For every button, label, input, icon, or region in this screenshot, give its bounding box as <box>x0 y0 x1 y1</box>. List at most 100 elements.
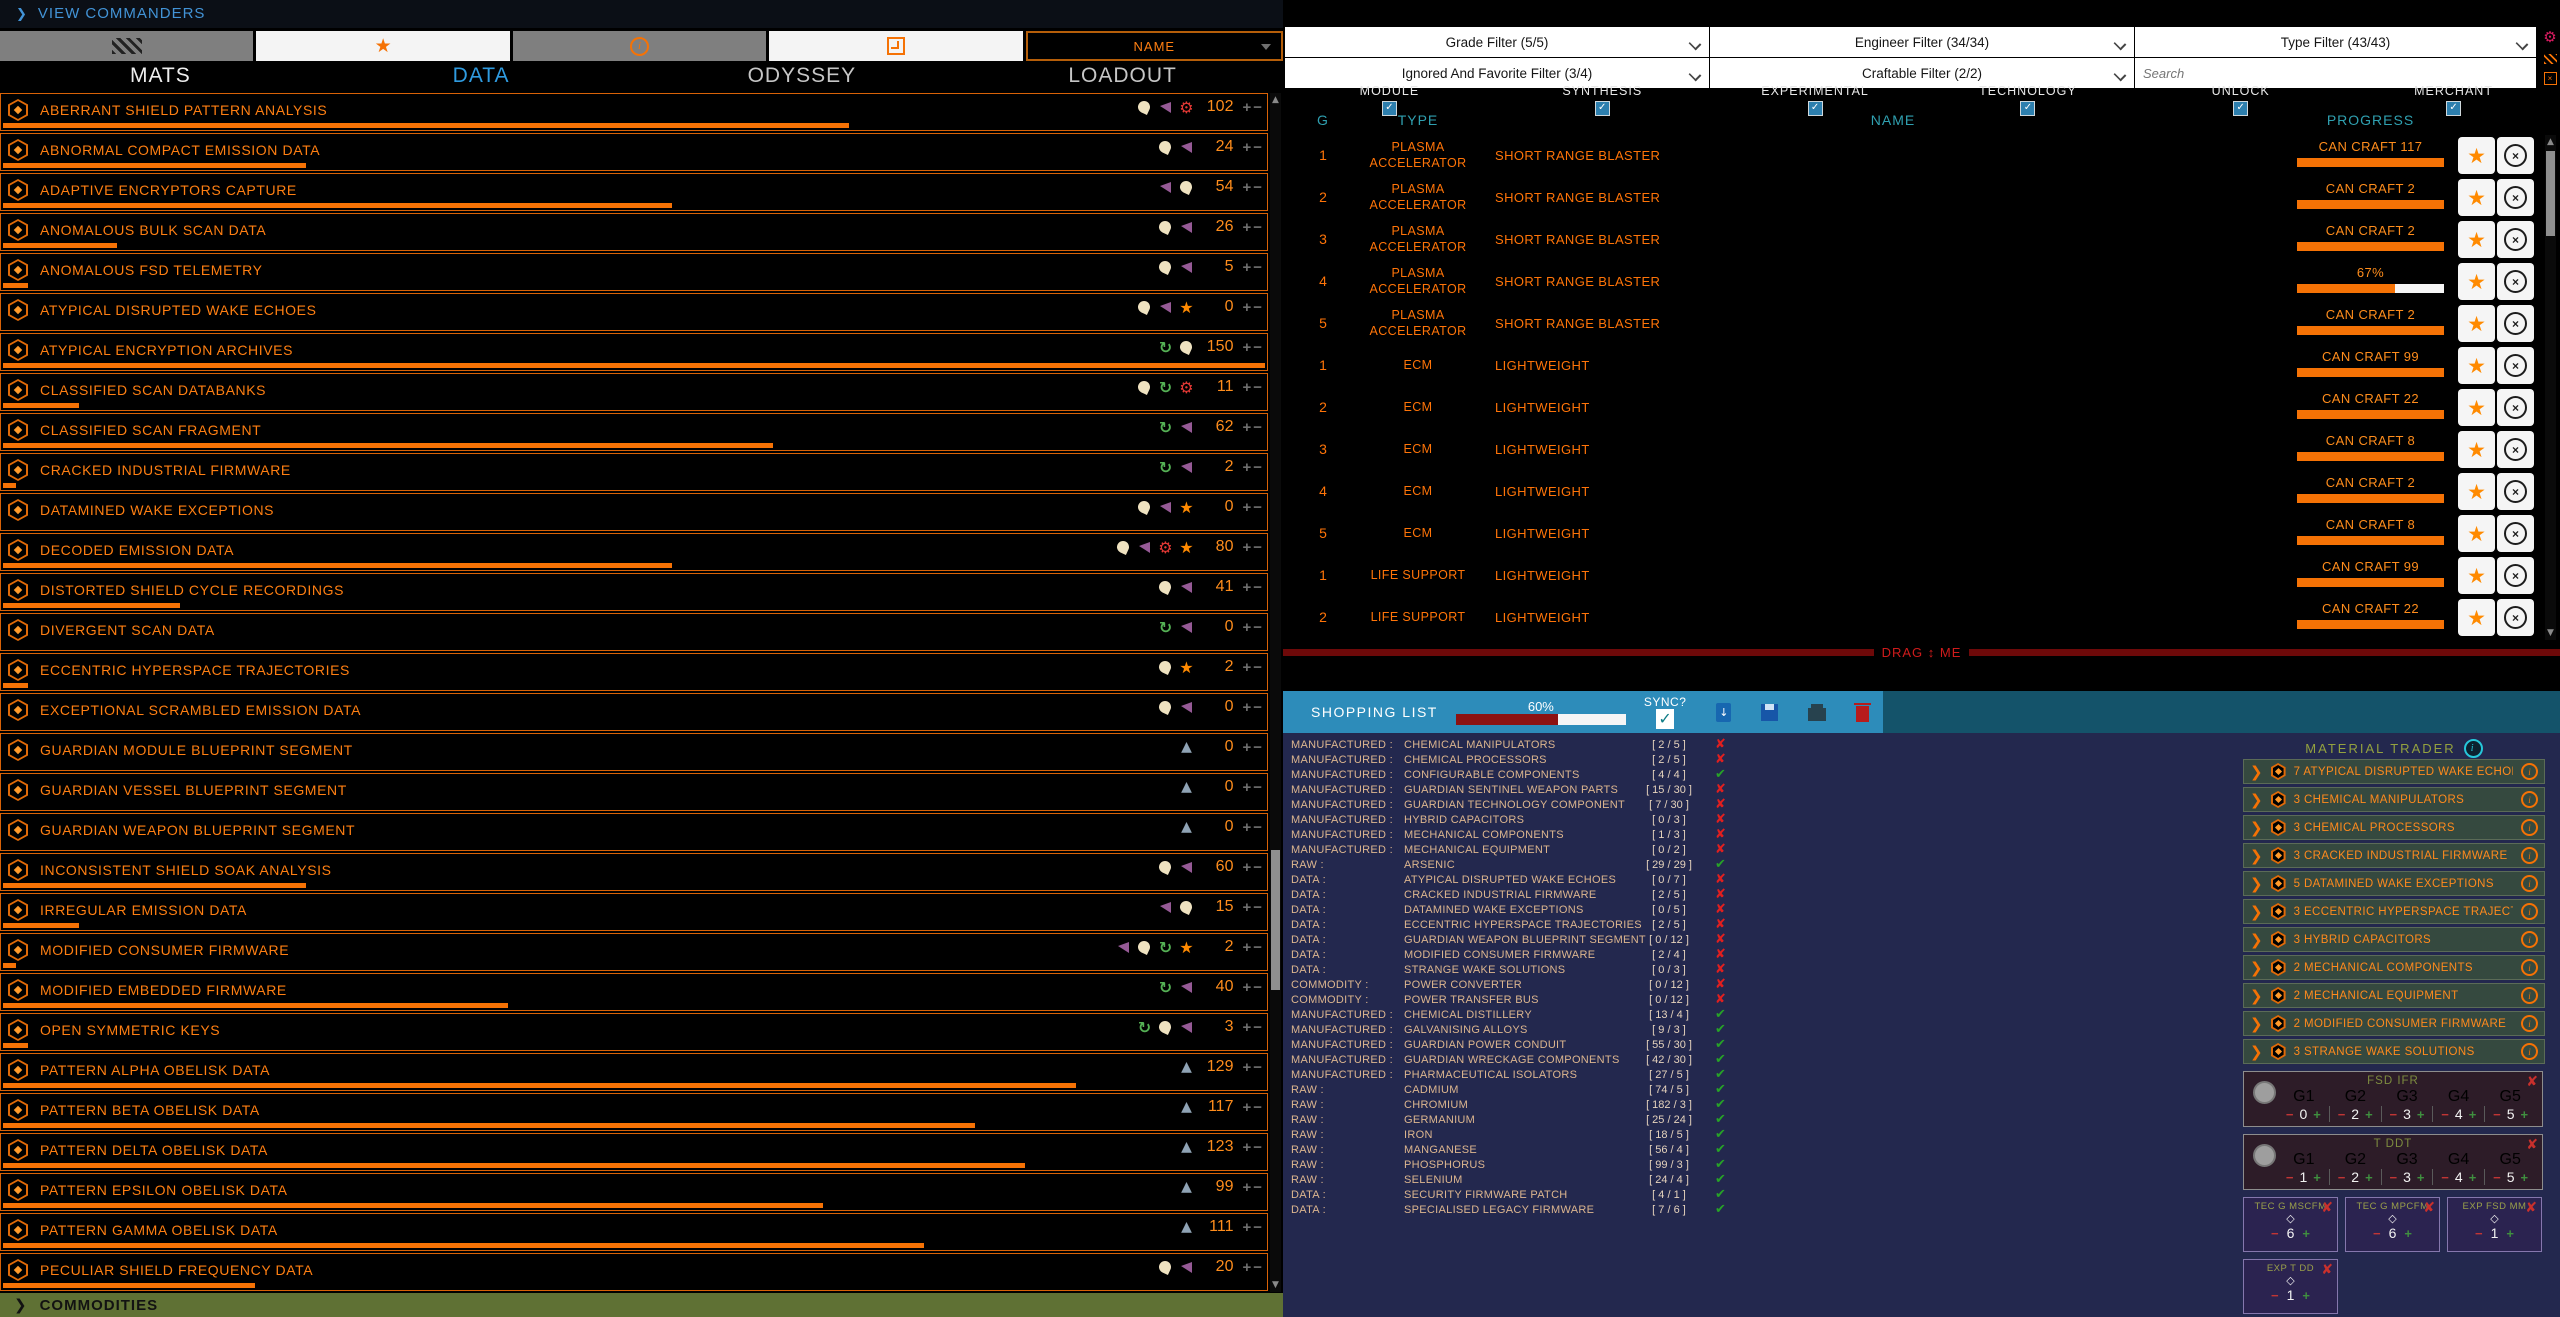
close-icon[interactable]: ✘ <box>2525 1200 2537 1216</box>
increment-button[interactable]: + <box>1242 1259 1251 1276</box>
trader-row[interactable]: ❯ 3 CHEMICAL PROCESSORS i <box>2243 815 2545 840</box>
shopping-item[interactable]: RAW : GERMANIUM [ 25 / 24 ] ✔ <box>1291 1112 1761 1129</box>
copy-list-icon[interactable]: ↓ <box>1716 702 1732 722</box>
increment-button[interactable]: + <box>2417 1170 2425 1185</box>
tab-mats[interactable]: MATS <box>0 64 321 91</box>
increment-button[interactable]: + <box>1242 1059 1251 1076</box>
trader-row[interactable]: ❯ 3 HYBRID CAPACITORS i <box>2243 927 2545 952</box>
increment-button[interactable]: + <box>1242 379 1251 396</box>
panel-splitter[interactable]: DRAG ↕ ME <box>1283 645 2560 660</box>
shopping-item[interactable]: MANUFACTURED : GUARDIAN SENTINEL WEAPON P… <box>1291 782 1761 799</box>
increment-button[interactable]: + <box>1242 459 1251 476</box>
shopping-item[interactable]: MANUFACTURED : MECHANICAL COMPONENTS [ 1 /… <box>1291 827 1761 844</box>
scroll-up-icon[interactable]: ▲ <box>1270 95 1281 105</box>
favorite-button[interactable]: ★ <box>2458 515 2495 552</box>
decrement-button[interactable]: − <box>1253 339 1262 356</box>
material-row[interactable]: ABNORMAL COMPACT EMISSION DATA 24 + − <box>0 133 1268 171</box>
increment-button[interactable]: + <box>1242 939 1251 956</box>
decrement-button[interactable]: − <box>2373 1226 2381 1241</box>
favorite-button[interactable]: ★ <box>2458 431 2495 468</box>
increment-button[interactable]: + <box>2404 1226 2412 1241</box>
material-row[interactable]: DIVERGENT SCAN DATA ↻ 0 + − <box>0 613 1268 651</box>
decrement-button[interactable]: − <box>1253 739 1262 756</box>
info-icon[interactable]: i <box>2521 763 2538 780</box>
blueprint-row[interactable]: 3 ECM LIGHTWEIGHT CAN CRAFT 8 ★ × <box>1283 429 2560 471</box>
shopping-item[interactable]: MANUFACTURED : CHEMICAL MANIPULATORS [ 2 /… <box>1291 737 1761 754</box>
increment-button[interactable]: + <box>1242 259 1251 276</box>
shopping-item[interactable]: MANUFACTURED : CHEMICAL PROCESSORS [ 2 / 5… <box>1291 752 1761 769</box>
scrollbar-thumb[interactable] <box>1271 850 1280 990</box>
favorite-button[interactable]: ★ <box>2458 389 2495 426</box>
decrement-button[interactable]: − <box>2390 1170 2398 1185</box>
trader-row[interactable]: ❯ 3 ECCENTRIC HYPERSPACE TRAJECTORIES i <box>2243 899 2545 924</box>
remove-button[interactable]: × <box>2497 137 2534 174</box>
material-row[interactable]: CRACKED INDUSTRIAL FIRMWARE ↻ 2 + − <box>0 453 1268 491</box>
increment-button[interactable]: + <box>1242 819 1251 836</box>
shopping-item[interactable]: DATA : SPECIALISED LEGACY FIRMWARE [ 7 / 6… <box>1291 1202 1761 1219</box>
increment-button[interactable]: + <box>1242 779 1251 796</box>
remove-button[interactable]: × <box>2497 389 2534 426</box>
material-row[interactable]: GUARDIAN MODULE BLUEPRINT SEGMENT ▲ 0 + − <box>0 733 1268 771</box>
decrement-button[interactable]: − <box>1253 899 1262 916</box>
material-row[interactable]: ADAPTIVE ENCRYPTORS CAPTURE 54 + − <box>0 173 1268 211</box>
decrement-button[interactable]: − <box>1253 659 1262 676</box>
shopping-item[interactable]: RAW : CHROMIUM [ 182 / 3 ] ✔ <box>1291 1097 1761 1114</box>
shopping-item[interactable]: RAW : IRON [ 18 / 5 ] ✔ <box>1291 1127 1761 1144</box>
blueprint-row[interactable]: 2 PLASMA ACCELERATOR SHORT RANGE BLASTER CA… <box>1283 177 2560 219</box>
material-row[interactable]: MODIFIED CONSUMER FIRMWARE ↻ ★ 2 + − <box>0 933 1268 971</box>
info-icon[interactable]: i <box>2521 1043 2538 1060</box>
clear-list-icon[interactable] <box>1854 702 1872 722</box>
increment-button[interactable]: + <box>1242 299 1251 316</box>
decrement-button[interactable]: − <box>2390 1107 2398 1122</box>
increment-button[interactable]: + <box>2520 1107 2528 1122</box>
decrement-button[interactable]: − <box>1253 299 1262 316</box>
blueprint-row[interactable]: 5 ECM LIGHTWEIGHT CAN CRAFT 8 ★ × <box>1283 513 2560 555</box>
info-icon[interactable]: i <box>2521 903 2538 920</box>
trader-row[interactable]: ❯ 5 DATAMINED WAKE EXCEPTIONS i <box>2243 871 2545 896</box>
sort-dropdown[interactable]: NAME <box>1025 31 1284 61</box>
decrement-button[interactable]: − <box>1253 979 1262 996</box>
remove-button[interactable]: × <box>2497 221 2534 258</box>
remove-button[interactable]: × <box>2497 305 2534 342</box>
blueprint-row[interactable]: 2 ECM LIGHTWEIGHT CAN CRAFT 22 ★ × <box>1283 387 2560 429</box>
tab-loadout[interactable]: LOADOUT <box>962 64 1283 91</box>
increment-button[interactable]: + <box>2302 1288 2310 1303</box>
scrollbar-thumb[interactable] <box>2546 151 2555 236</box>
increment-button[interactable]: + <box>2520 1170 2528 1185</box>
close-icon[interactable]: ✘ <box>2526 1137 2538 1153</box>
info-icon[interactable]: i <box>2463 738 2483 758</box>
material-row[interactable]: PATTERN DELTA OBELISK DATA ▲ 123 + − <box>0 1133 1268 1171</box>
materials-scrollbar[interactable]: ▲ ▼ <box>1270 93 1281 1292</box>
material-row[interactable]: PATTERN BETA OBELISK DATA ▲ 117 + − <box>0 1093 1268 1131</box>
increment-button[interactable]: + <box>2302 1226 2310 1241</box>
decrement-button[interactable]: − <box>1253 1059 1262 1076</box>
remove-button[interactable]: × <box>2497 263 2534 300</box>
blueprint-row[interactable]: 4 PLASMA ACCELERATOR SHORT RANGE BLASTER 67… <box>1283 261 2560 303</box>
decrement-button[interactable]: − <box>1253 579 1262 596</box>
shopping-item[interactable]: DATA : GUARDIAN WEAPON BLUEPRINT SEGMENT[… <box>1291 932 1761 949</box>
decrement-button[interactable]: − <box>2286 1170 2294 1185</box>
decrement-button[interactable]: − <box>2271 1226 2279 1241</box>
decrement-button[interactable]: − <box>1253 699 1262 716</box>
shopping-item[interactable]: MANUFACTURED : HYBRID CAPACITORS [ 0 / 3 ]… <box>1291 812 1761 829</box>
favorite-button[interactable]: ★ <box>2458 221 2495 258</box>
decrement-button[interactable]: − <box>2475 1226 2483 1241</box>
decrement-button[interactable]: − <box>2493 1107 2501 1122</box>
info-icon[interactable]: i <box>2521 819 2538 836</box>
increment-button[interactable]: + <box>1242 699 1251 716</box>
material-row[interactable]: OPEN SYMMETRIC KEYS ↻ 3 + − <box>0 1013 1268 1051</box>
shopping-item[interactable]: DATA : ATYPICAL DISRUPTED WAKE ECHOES [ 0 … <box>1291 872 1761 889</box>
increment-button[interactable]: + <box>1242 339 1251 356</box>
shopping-item[interactable]: MANUFACTURED : GUARDIAN POWER CONDUIT [ 55… <box>1291 1037 1761 1054</box>
remove-button[interactable]: × <box>2497 557 2534 594</box>
favorite-button[interactable]: ★ <box>2458 263 2495 300</box>
shopping-item[interactable]: RAW : SELENIUM [ 24 / 4 ] ✔ <box>1291 1172 1761 1189</box>
info-icon[interactable]: i <box>2521 1015 2538 1032</box>
shopping-item[interactable]: COMMODITY : POWER CONVERTER [ 0 / 12 ] ✘ <box>1291 977 1761 994</box>
material-row[interactable]: GUARDIAN VESSEL BLUEPRINT SEGMENT ▲ 0 + − <box>0 773 1268 811</box>
favorite-button[interactable]: ★ <box>2458 599 2495 636</box>
decrement-button[interactable]: − <box>1253 459 1262 476</box>
increment-button[interactable]: + <box>2469 1107 2477 1122</box>
decrement-button[interactable]: − <box>1253 779 1262 796</box>
increment-button[interactable]: + <box>1242 899 1251 916</box>
